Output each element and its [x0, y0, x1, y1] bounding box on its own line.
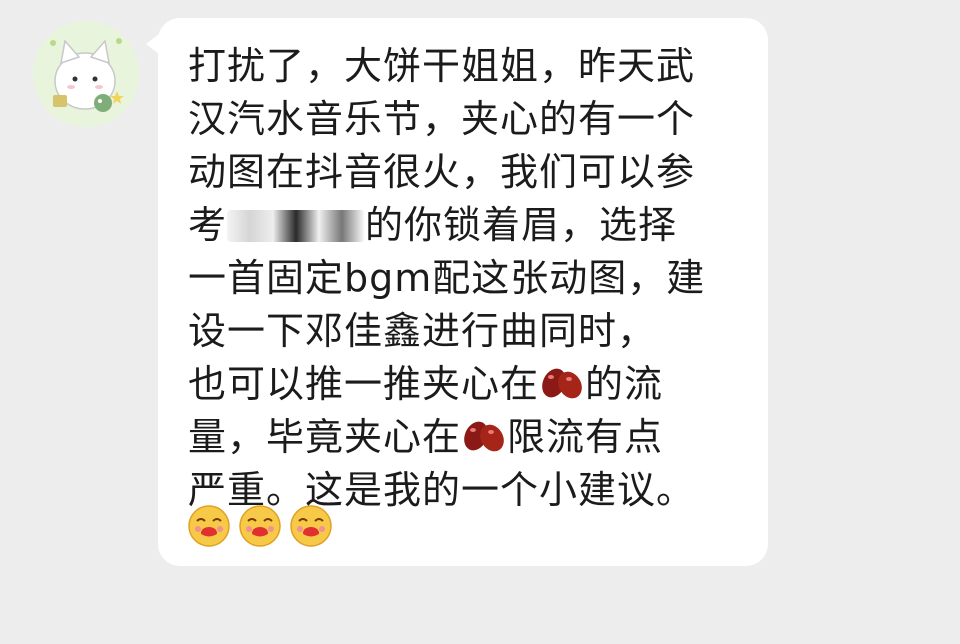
message-line: 汉汽水音乐节，夹心的有一个 [188, 97, 696, 141]
red-bean-icon [542, 368, 582, 399]
redacted-area [227, 210, 366, 242]
message-line: 设一下邓佳鑫进行曲同时， [188, 309, 657, 353]
message-text: 打扰了，大饼干姐姐，昨天武 汉汽水音乐节，夹心的有一个 动图在抖音很火，我们可以… [188, 40, 748, 517]
message-fragment: 量，毕竟夹心在 [188, 415, 462, 459]
avatar-cat-icon [33, 21, 139, 127]
emoji-row [187, 504, 335, 552]
message-line: 考 的你锁着眉，选择 [188, 199, 748, 252]
message-line: 也可以推一推夹心在 的流 [188, 358, 748, 411]
kiss-face-icon [187, 504, 231, 548]
message-fragment: 也可以推一推夹心在 [188, 362, 540, 406]
kiss-face-icon [289, 504, 333, 548]
message-fragment: 的流 [585, 362, 664, 406]
kiss-face-icon [238, 504, 282, 548]
message-line: 量，毕竟夹心在 限流有点 [188, 411, 748, 464]
message-fragment: 的你锁着眉，选择 [365, 203, 678, 247]
message-fragment: 考 [188, 203, 228, 247]
message-line: 动图在抖音很火，我们可以参 [188, 150, 696, 194]
message-line: 一首固定bgm配这张动图，建 [188, 256, 706, 300]
message-line: 打扰了，大饼干姐姐，昨天武 [188, 44, 696, 88]
avatar[interactable] [33, 21, 139, 127]
red-bean-icon [464, 421, 504, 452]
message-fragment: 限流有点 [507, 415, 664, 459]
